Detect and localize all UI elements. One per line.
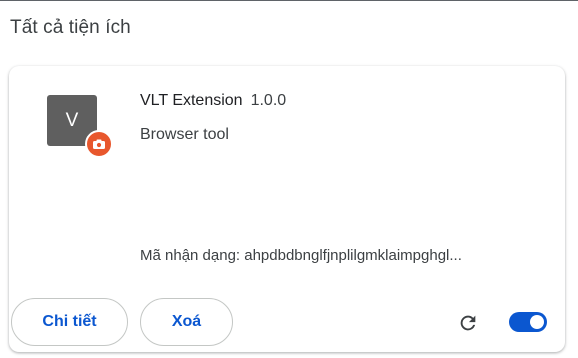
extension-name: VLT Extension <box>140 92 243 109</box>
extension-description: Browser tool <box>140 126 229 143</box>
details-button[interactable]: Chi tiết <box>11 298 128 346</box>
camera-glyph-icon <box>93 139 105 149</box>
extension-title-row: VLT Extension 1.0.0 <box>140 92 286 110</box>
remove-button[interactable]: Xoá <box>140 298 233 346</box>
reload-glyph-icon <box>460 315 476 331</box>
extension-icon-letter: V <box>65 109 79 131</box>
remove-button-label: Xoá <box>171 313 202 330</box>
camera-badge-icon <box>85 130 113 158</box>
extension-version: 1.0.0 <box>250 92 287 109</box>
top-border <box>0 0 578 1</box>
details-button-label: Chi tiết <box>42 313 97 330</box>
extension-id: Mã nhận dạng: ahpdbdbnglfjnplilgmklaimpg… <box>140 247 462 264</box>
section-title: Tất cả tiện ích <box>10 17 131 38</box>
reload-icon[interactable] <box>457 312 479 334</box>
toggle-knob <box>530 315 544 329</box>
extension-card: V VLT Extension 1.0.0 Browser tool Mã nhậ… <box>9 66 565 352</box>
enable-toggle[interactable] <box>509 312 547 332</box>
